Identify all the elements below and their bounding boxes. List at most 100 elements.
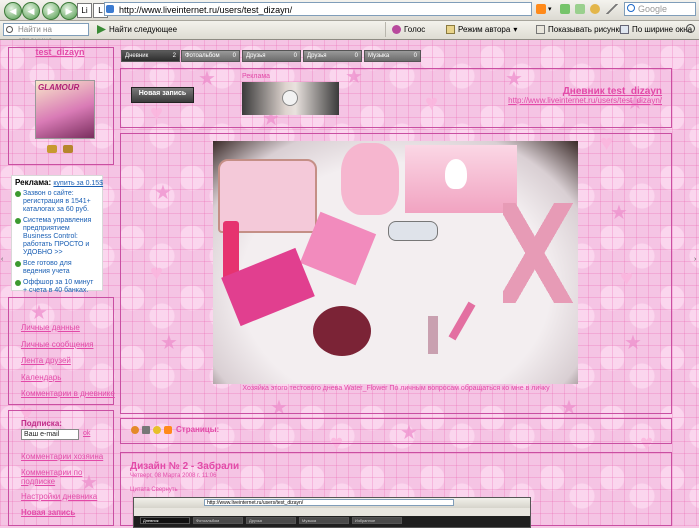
rss-dropdown-icon[interactable]: ▾ — [548, 5, 552, 13]
lipstick-image — [428, 316, 438, 354]
purse-image — [313, 306, 371, 356]
voice-button[interactable]: Голос — [392, 23, 425, 36]
ad-item[interactable]: Оффшор за 10 минут + счета в 40 банках. — [15, 279, 99, 295]
ad-text[interactable]: Оффшор за 10 минут + счета в 40 банках. — [23, 279, 99, 295]
avatar[interactable]: GLAMOUR — [35, 80, 95, 139]
find-next-label: Найти следующее — [109, 25, 178, 34]
print-icon[interactable] — [142, 426, 150, 434]
ad-item[interactable]: Зазвон о сайте: регистрация в 1541+ ката… — [15, 190, 99, 214]
embed-find-toolbar — [134, 508, 530, 516]
tab-music[interactable]: Музыка 0 — [364, 50, 421, 62]
scroll-arrow-left-icon[interactable]: ‹ — [1, 256, 3, 263]
arrow-right-icon — [97, 25, 106, 34]
avatar-label: GLAMOUR — [38, 83, 80, 92]
sidebar-item-owner-comments[interactable]: Комментарии хозяина — [21, 452, 103, 461]
find-input[interactable]: Найти на странице — [3, 23, 89, 45]
toolbar-separator — [385, 22, 386, 37]
zoom-icon[interactable] — [686, 24, 695, 33]
history-icon[interactable] — [590, 4, 600, 14]
back-history-icon[interactable]: ◀ — [22, 2, 40, 20]
diary-url[interactable]: http://www.liveinternet.ru/users/test_di… — [400, 96, 662, 105]
tab-friends[interactable]: Друзья 0 — [242, 50, 301, 62]
sidebar-item-diary-settings[interactable]: Настройки дневника — [21, 492, 97, 501]
friend-icon[interactable] — [47, 145, 57, 153]
embed-tab: Дневник — [140, 517, 190, 524]
ad-item[interactable]: Система управления предприятием Business… — [15, 217, 99, 257]
author-mode-label: Режим автора — [458, 25, 511, 34]
address-bar[interactable]: http://www.liveinternet.ru/users/test_di… — [104, 2, 532, 16]
rss-icon[interactable] — [164, 426, 172, 434]
star-icon[interactable] — [153, 426, 161, 434]
ad-buy-link[interactable]: купить за 0.15$ — [53, 180, 103, 187]
pages-label: Страницы: — [176, 425, 220, 434]
username-link[interactable]: test_dizayn — [0, 47, 120, 57]
embed-tab: Друзья — [246, 517, 296, 524]
post-date: Четверг, 08 Марта 2008 г. 11:06 — [130, 473, 217, 479]
home-icon[interactable]: Li — [77, 3, 92, 18]
photo-caption: Хозяйка этого тестового дневa Water_Flow… — [242, 385, 550, 392]
sidebar-item-subscription-comments[interactable]: Комментарии по подписке — [21, 468, 101, 486]
post-title[interactable]: Дизайн № 2 - Забрали — [130, 461, 239, 472]
message-icon[interactable] — [63, 145, 73, 153]
tab-photos[interactable]: Фотоальбом 0 — [181, 50, 240, 62]
tab-friends-2[interactable]: Друзья 0 — [303, 50, 362, 62]
sidebar-item-new-post[interactable]: Новая запись — [21, 508, 75, 517]
ad-label: Реклама: — [15, 178, 52, 187]
forward-icon[interactable]: ▶ — [42, 2, 60, 20]
voice-label: Голос — [404, 25, 426, 34]
ad-item[interactable]: Все готово для ведения учета — [15, 260, 99, 276]
sidebar-item-personal-data[interactable]: Личные данные — [21, 323, 80, 332]
clock-icon — [282, 90, 298, 106]
fit-width-label: По ширине окна — [632, 25, 693, 34]
ad-banner[interactable] — [242, 82, 339, 115]
author-mode-button[interactable]: Режим автора ▾ — [446, 23, 517, 36]
embed-tab: Музыка — [299, 517, 349, 524]
find-next-button[interactable]: Найти следующее — [97, 23, 177, 36]
fit-width-button[interactable]: По ширине окна — [620, 23, 692, 36]
teddy-bear-image — [341, 143, 399, 215]
fit-width-icon — [620, 25, 629, 34]
forward-history-icon[interactable]: ▶ — [60, 2, 78, 20]
header-photo — [213, 141, 578, 384]
bunny-logo-icon — [445, 159, 467, 189]
back-icon[interactable]: ◀ — [4, 2, 22, 20]
embed-tab: Избранное — [352, 517, 402, 524]
site-favicon-icon — [106, 5, 114, 13]
show-images-label: Показывать рисунки — [548, 25, 624, 34]
post-embedded-screenshot: http://www.liveinternet.ru/users/test_di… — [133, 497, 531, 528]
sidebar-item-friends-feed[interactable]: Лента друзей — [21, 356, 71, 365]
ad-text[interactable]: Зазвон о сайте: регистрация в 1541+ ката… — [23, 190, 99, 214]
images-icon — [536, 25, 545, 34]
sidebar-item-messages[interactable]: Личные сообщения — [21, 340, 93, 349]
rss-icon[interactable] — [536, 4, 546, 14]
sidebar-item-calendar[interactable]: Календарь — [21, 373, 61, 382]
embed-address-bar: http://www.liveinternet.ru/users/test_di… — [204, 499, 454, 506]
document-icon — [446, 25, 455, 34]
ad-label: Реклама — [242, 73, 271, 80]
stop-icon[interactable] — [575, 4, 585, 14]
ad-bullet-icon — [15, 218, 21, 224]
post-actions[interactable]: Цитата Свернуть — [130, 487, 178, 493]
pen-icon[interactable] — [606, 4, 618, 14]
scroll-arrow-icon[interactable]: › — [694, 256, 696, 263]
refresh-icon[interactable] — [560, 4, 570, 14]
subscribe-label: Подписка: — [21, 419, 62, 428]
search-engine-icon[interactable] — [627, 4, 635, 12]
ad-bullet-icon — [15, 280, 21, 286]
ad-bullet-icon — [15, 261, 21, 267]
sandals-image — [503, 203, 573, 303]
tab-diary[interactable]: Дневник 2 — [121, 50, 180, 62]
embed-tab: Фотоальбом — [193, 517, 243, 524]
show-images-button[interactable]: Показывать рисунки — [536, 23, 623, 36]
subscribe-button[interactable]: ok — [83, 430, 90, 437]
ad-text[interactable]: Все готово для ведения учета — [23, 260, 99, 276]
smile-icon[interactable] — [131, 426, 139, 434]
ad-bullet-icon — [15, 191, 21, 197]
gift-bag-image — [405, 145, 517, 213]
sidebar-ad: Реклама: купить за 0.15$ Зазвон о сайте:… — [11, 175, 103, 294]
sidebar-item-comments[interactable]: Комментарии в дневнике — [21, 389, 115, 398]
ad-text[interactable]: Система управления предприятием Business… — [23, 217, 99, 257]
email-field[interactable]: Ваш e-mail — [21, 429, 79, 440]
new-post-button[interactable]: Новая запись — [131, 87, 194, 103]
find-icon — [6, 26, 13, 33]
